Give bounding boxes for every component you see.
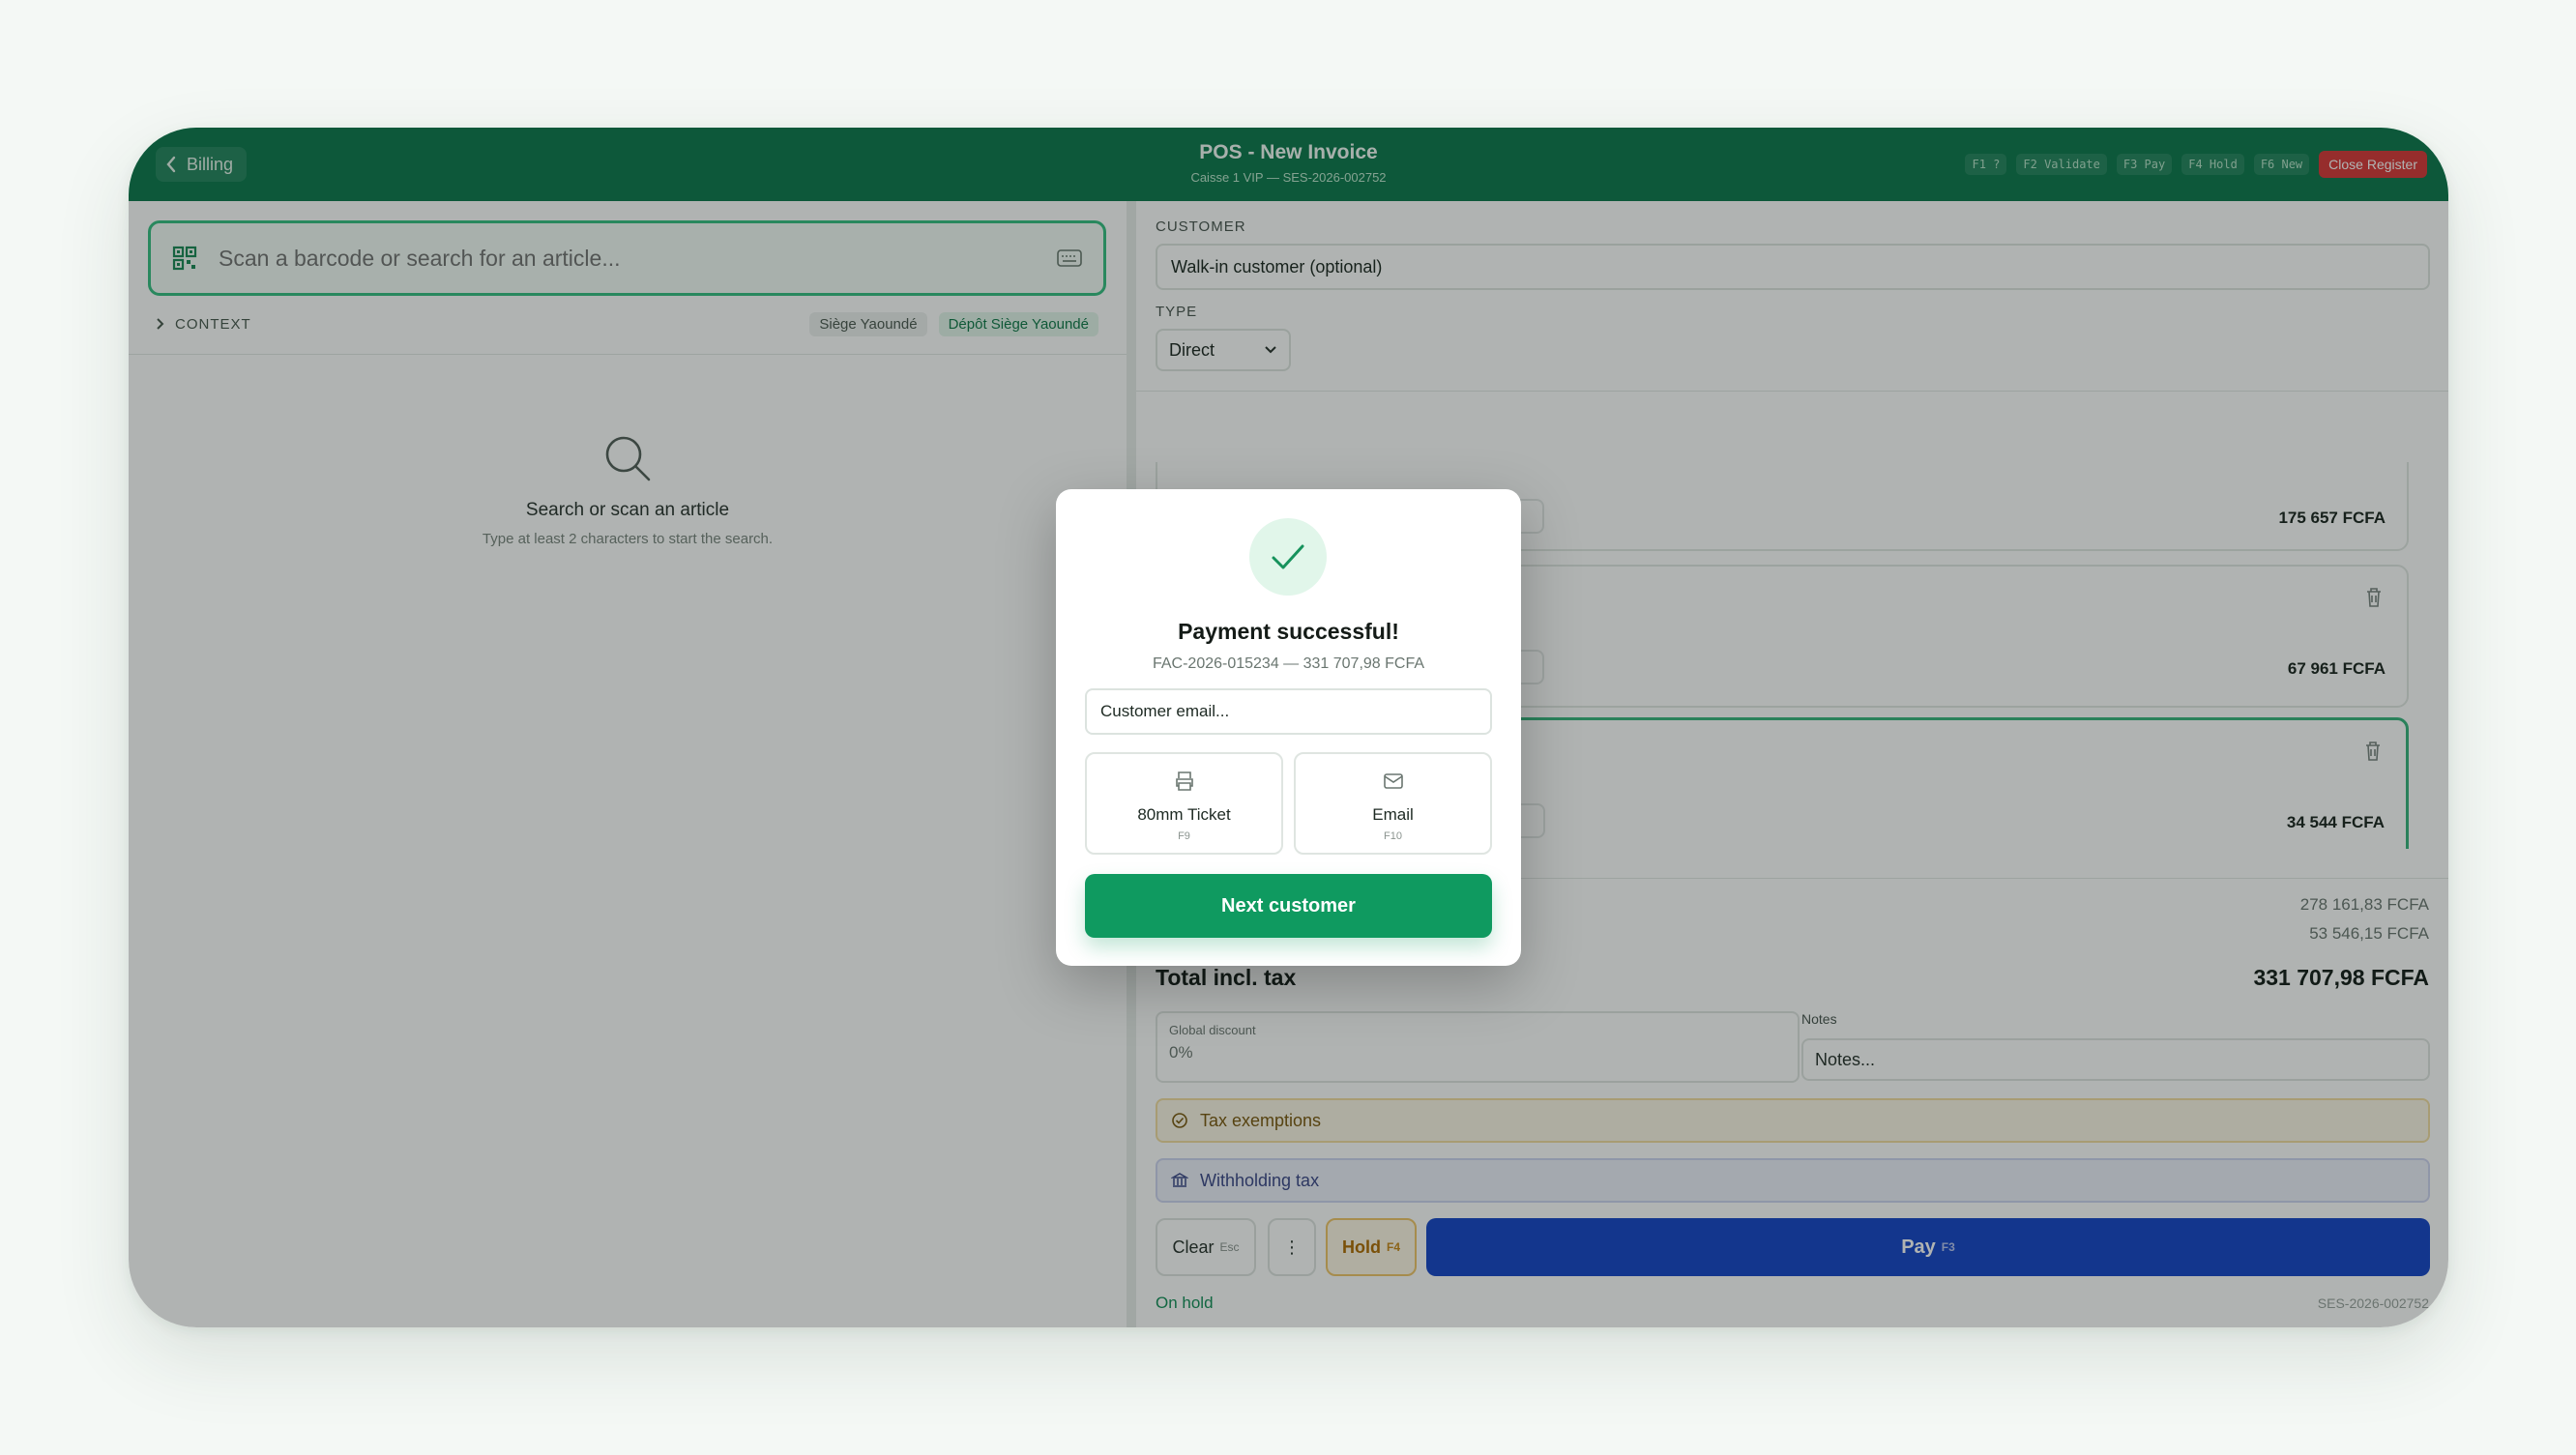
printer-icon xyxy=(1175,771,1193,791)
print-ticket-shortcut: F9 xyxy=(1178,830,1190,842)
send-email-button[interactable]: Email F10 xyxy=(1294,752,1492,855)
next-customer-button[interactable]: Next customer xyxy=(1085,874,1492,938)
payment-success-dialog: Payment successful! FAC-2026-015234 — 33… xyxy=(1056,489,1521,966)
print-ticket-button[interactable]: 80mm Ticket F9 xyxy=(1085,752,1283,855)
send-email-label: Email xyxy=(1372,805,1414,824)
success-badge xyxy=(1249,518,1327,596)
send-email-shortcut: F10 xyxy=(1384,830,1402,842)
checkmark-icon xyxy=(1272,544,1304,569)
customer-email-input[interactable] xyxy=(1085,688,1492,735)
print-ticket-label: 80mm Ticket xyxy=(1137,805,1231,824)
invoice-summary: FAC-2026-015234 — 331 707,98 FCFA xyxy=(1152,655,1425,672)
mail-icon xyxy=(1383,773,1403,789)
dialog-title: Payment successful! xyxy=(1178,619,1399,644)
